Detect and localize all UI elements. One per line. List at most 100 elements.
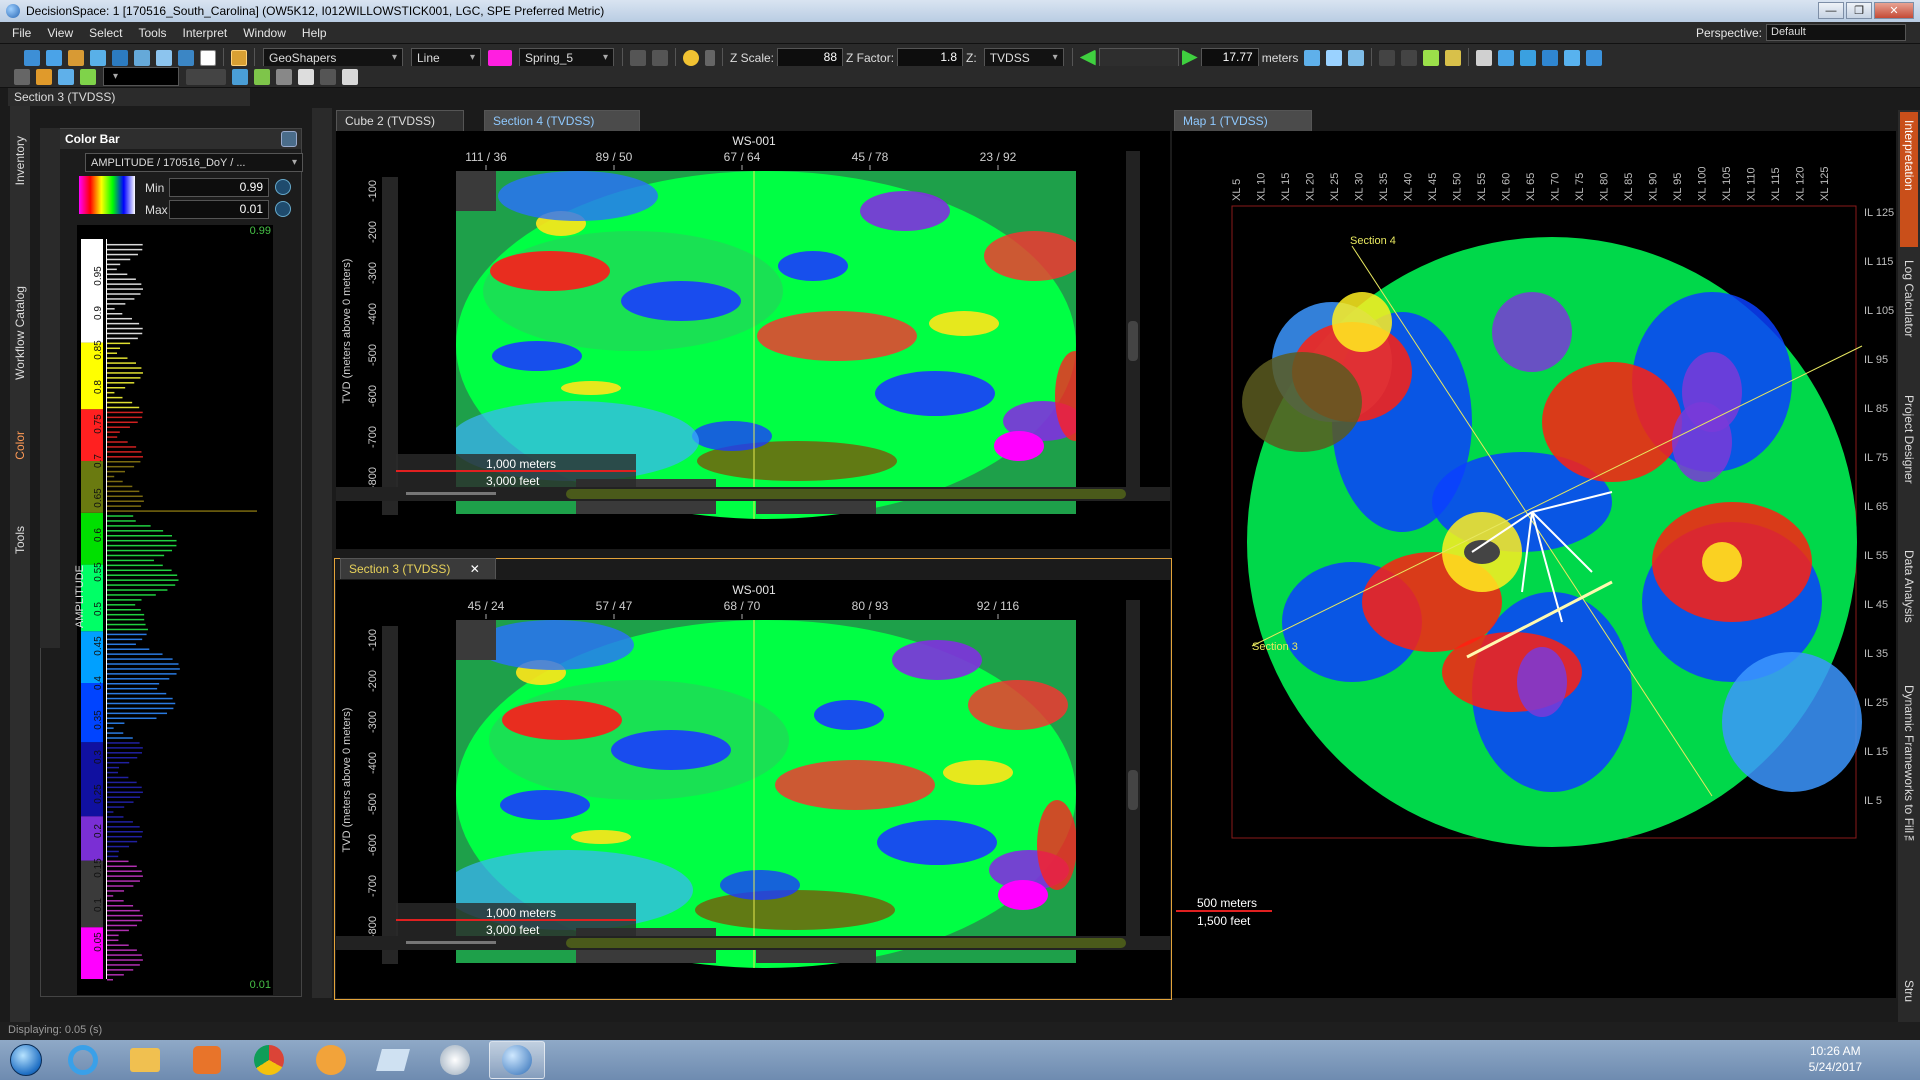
taskbar-app6[interactable] xyxy=(365,1041,421,1079)
taskbar-decisionspace[interactable] xyxy=(489,1041,545,1079)
home-icon[interactable] xyxy=(1326,49,1343,66)
taskbar-media[interactable] xyxy=(179,1041,235,1079)
tab-map-1[interactable]: Map 1 (TVDSS) xyxy=(1174,110,1312,131)
tab-interpretation[interactable]: Interpretation xyxy=(1902,120,1916,191)
bookmark-icon[interactable] xyxy=(1379,49,1396,66)
menu-window[interactable]: Window xyxy=(235,26,294,40)
menu-file[interactable]: File xyxy=(4,26,39,40)
tab-color[interactable]: Color xyxy=(13,431,27,460)
measure-icon[interactable] xyxy=(342,68,358,85)
table-icon[interactable] xyxy=(178,49,194,66)
taskbar-paint[interactable] xyxy=(427,1041,483,1079)
tile-icon[interactable] xyxy=(1520,49,1537,66)
note-icon[interactable] xyxy=(298,68,314,85)
horizon-icon[interactable] xyxy=(36,68,52,85)
slice-slider[interactable] xyxy=(1098,48,1179,67)
zdomain-select[interactable]: TVDSS xyxy=(983,48,1064,67)
new-icon[interactable] xyxy=(24,49,40,66)
maximize-button[interactable]: ❐ xyxy=(1846,2,1872,19)
pick-icon[interactable] xyxy=(1423,49,1440,66)
fault-icon[interactable] xyxy=(58,68,74,85)
tab-inventory[interactable]: Inventory xyxy=(13,136,27,185)
tab-tools[interactable]: Tools xyxy=(13,526,27,554)
perspective-dropdown[interactable]: Default xyxy=(1766,24,1906,41)
min-input[interactable]: 0.99 xyxy=(169,178,269,197)
open-icon[interactable] xyxy=(46,49,62,66)
window-icon[interactable] xyxy=(1498,49,1515,66)
close-button[interactable]: ✕ xyxy=(1874,2,1914,19)
play-forward-icon[interactable] xyxy=(1181,49,1198,66)
menu-select[interactable]: Select xyxy=(81,26,130,40)
menu-view[interactable]: View xyxy=(39,26,81,40)
taskbar-ie[interactable] xyxy=(55,1041,111,1079)
line-style-icon[interactable] xyxy=(186,68,226,85)
color-swatch-icon[interactable] xyxy=(488,49,512,66)
layer-select[interactable] xyxy=(103,67,179,86)
max-input[interactable]: 0.01 xyxy=(169,200,269,219)
list-icon[interactable] xyxy=(320,68,336,85)
cut-icon[interactable] xyxy=(112,49,128,66)
zscale-input[interactable]: 88 xyxy=(777,48,844,67)
clock[interactable]: 10:26 AM 5/24/2017 xyxy=(1809,1043,1862,1075)
grid-icon[interactable] xyxy=(232,68,248,85)
color-bar-histogram[interactable]: 0.95 0.9 0.85 0.8 0.75 0.7 0.65 0.6 0.55 0.5 0.45 0… xyxy=(77,225,273,995)
histogram-bar xyxy=(107,317,132,320)
export-icon[interactable] xyxy=(1586,49,1603,66)
arrow-icon[interactable] xyxy=(1304,49,1321,66)
taskbar-explorer[interactable] xyxy=(117,1041,173,1079)
taskbar-chrome[interactable] xyxy=(241,1041,297,1079)
light-icon[interactable] xyxy=(683,49,699,66)
tab-workflow-catalog[interactable]: Workflow Catalog xyxy=(13,286,27,380)
document-icon[interactable] xyxy=(200,49,216,66)
flag-icon[interactable] xyxy=(1401,49,1418,66)
tab-log-calculator[interactable]: Log Calculator xyxy=(1902,260,1916,337)
well-icon[interactable] xyxy=(80,68,96,85)
mode-select[interactable]: Line xyxy=(411,48,481,67)
chevron-down-icon[interactable] xyxy=(705,49,715,66)
y-tick-label: -100 xyxy=(367,180,379,202)
tab-cube-2[interactable]: Cube 2 (TVDSS) xyxy=(336,110,464,131)
tab-section-4[interactable]: Section 4 (TVDSS) xyxy=(484,110,640,131)
settings-icon[interactable] xyxy=(281,131,297,147)
depth-input[interactable]: 17.77 xyxy=(1200,48,1259,67)
close-tab-icon[interactable]: ✕ xyxy=(470,562,480,576)
attribute-select[interactable]: AMPLITUDE / 170516_DoY / ... xyxy=(85,153,303,172)
start-button[interactable] xyxy=(0,1040,52,1080)
snap-icon[interactable] xyxy=(254,68,270,85)
undo-icon[interactable] xyxy=(630,49,646,66)
tab-dynamic-frameworks[interactable]: Dynamic Frameworks to Fill™ xyxy=(1902,685,1916,847)
taskbar-app5[interactable] xyxy=(303,1041,359,1079)
play-back-icon[interactable] xyxy=(1079,49,1096,66)
colormap-preview[interactable] xyxy=(79,176,135,214)
key-icon[interactable] xyxy=(1445,49,1462,66)
layout-icon[interactable] xyxy=(1476,49,1493,66)
map-view[interactable]: XL 5 XL 10 XL 15 XL 20 XL 25 XL 30 XL 35 XL 40 X… xyxy=(1172,131,1896,998)
save-icon[interactable] xyxy=(68,49,84,66)
section-3-view[interactable]: 45 / 24 57 / 47 68 / 70 80 / 93 92 / 116 WS-0… xyxy=(336,580,1170,998)
colormap-select[interactable]: Spring_5 xyxy=(519,48,614,67)
tab-data-analysis[interactable]: Data Analysis xyxy=(1902,550,1916,623)
copy-icon[interactable] xyxy=(134,49,150,66)
zfactor-input[interactable]: 1.8 xyxy=(897,48,964,67)
cascade-icon[interactable] xyxy=(1542,49,1559,66)
minimize-button[interactable]: — xyxy=(1818,2,1844,19)
tab-section-3[interactable]: Section 3 (TVDSS) ✕ xyxy=(340,558,496,579)
histogram-bar xyxy=(107,781,137,784)
print-icon[interactable] xyxy=(90,49,106,66)
paste-icon[interactable] xyxy=(156,49,172,66)
refresh-min-icon[interactable] xyxy=(275,179,291,195)
menu-tools[interactable]: Tools xyxy=(131,26,175,40)
shaper-select[interactable]: GeoShapers xyxy=(263,48,403,67)
pencil-icon[interactable] xyxy=(231,49,247,66)
menu-help[interactable]: Help xyxy=(294,26,335,40)
ruler-icon[interactable] xyxy=(276,68,292,85)
tab-structure[interactable]: Stru xyxy=(1902,980,1916,1002)
tab-project-designer[interactable]: Project Designer xyxy=(1902,395,1916,484)
menu-interpret[interactable]: Interpret xyxy=(175,26,236,40)
section-4-view[interactable]: 111 / 36 89 / 50 67 / 64 45 / 78 23 / 92 WS-0… xyxy=(336,131,1170,549)
refresh-max-icon[interactable] xyxy=(275,201,291,217)
zoom-fit-icon[interactable] xyxy=(1348,49,1365,66)
redo-icon[interactable] xyxy=(652,49,668,66)
monitor-icon[interactable] xyxy=(1564,49,1581,66)
amplitude-blob xyxy=(621,281,741,321)
